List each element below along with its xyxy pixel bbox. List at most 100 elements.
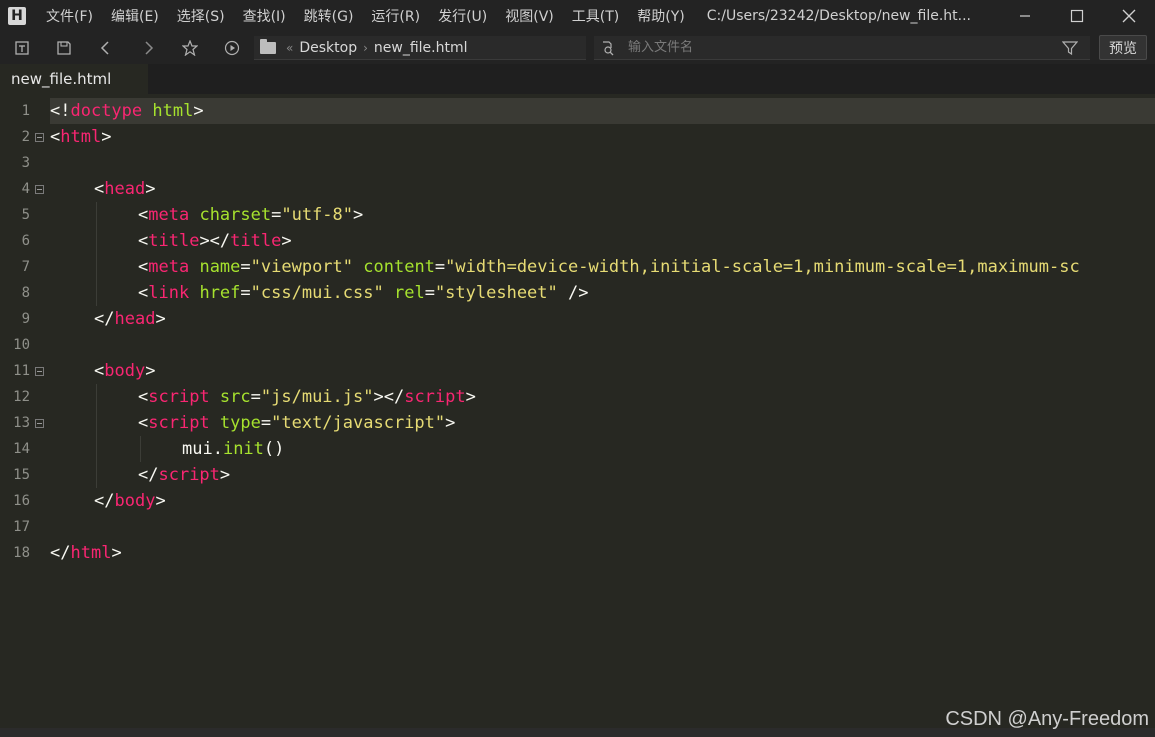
code-text: < script src = "js/mui.js" ></script > <box>50 384 1155 410</box>
menu-item-8[interactable]: 工具(T) <box>572 6 619 26</box>
breadcrumb-item-desktop[interactable]: Desktop <box>299 40 357 56</box>
code-text: < script type = "text/javascript" > <box>50 410 1155 436</box>
code-token: html <box>152 101 194 121</box>
new-file-button[interactable] <box>10 36 34 60</box>
line-number: 13 <box>13 415 30 431</box>
filter-icon[interactable] <box>1062 40 1078 56</box>
menu-bar: 文件(F) 编辑(E) 选择(S) 查找(I) 跳转(G) 运行(R) 发行(U) 视图(V)… <box>46 6 703 26</box>
code-token: > <box>219 465 231 485</box>
code-token: "text/javascript" <box>271 413 446 433</box>
code-token: > <box>193 101 204 121</box>
code-token: "viewport" <box>250 257 354 277</box>
tab-new-file[interactable]: new_file.html <box>0 64 148 94</box>
code-line: 11 < body > <box>0 358 1155 384</box>
file-search-input[interactable] <box>628 40 1048 55</box>
code-line: 1 <! doctype html > <box>0 98 1155 124</box>
minimize-button[interactable] <box>999 0 1051 31</box>
code-token: > <box>145 361 156 381</box>
code-token: html <box>70 543 112 563</box>
menu-item-2[interactable]: 选择(S) <box>177 6 225 26</box>
line-number: 11 <box>13 363 30 379</box>
code-token: < <box>138 283 149 303</box>
chevron-right-icon: › <box>363 40 368 55</box>
line-number: 14 <box>13 441 30 457</box>
menu-item-3[interactable]: 查找(I) <box>243 6 286 26</box>
save-button[interactable] <box>52 36 76 60</box>
code-token: ></ <box>373 387 405 407</box>
indent-guide <box>96 280 97 306</box>
menu-item-0[interactable]: 文件(F) <box>46 6 93 26</box>
tab-bar: new_file.html <box>0 64 1155 94</box>
chevron-right-icon <box>145 40 154 55</box>
code-token: script <box>148 413 210 433</box>
code-token: /> <box>568 283 589 303</box>
code-token: < <box>138 231 149 251</box>
code-text: </html > <box>50 540 1155 566</box>
code-token: > <box>155 491 166 511</box>
run-button[interactable] <box>220 36 244 60</box>
fold-toggle[interactable] <box>30 418 48 428</box>
fold-toggle[interactable] <box>30 132 48 142</box>
code-line: 13 < script type = "text/javascript" > <box>0 410 1155 436</box>
code-editor[interactable]: 1 <! doctype html >2 < html >3 4 < head >5 < meta ch… <box>0 98 1155 728</box>
code-token: "width=device-width,initial-scale=1,mini… <box>445 257 1080 277</box>
code-token: body <box>104 361 146 381</box>
play-circle-icon <box>224 40 240 55</box>
indent-guide <box>140 436 141 462</box>
menu-item-1[interactable]: 编辑(E) <box>111 6 159 26</box>
app-logo-icon: H <box>8 6 26 25</box>
line-number: 4 <box>21 181 30 197</box>
back-button[interactable] <box>94 36 118 60</box>
code-token: > <box>353 205 364 225</box>
menu-item-5[interactable]: 运行(R) <box>371 6 420 26</box>
code-text: </body > <box>50 488 1155 514</box>
line-number: 7 <box>21 259 30 275</box>
menu-item-9[interactable]: 帮助(Y) <box>637 6 684 26</box>
chevron-left-icon <box>100 40 109 55</box>
code-token: head <box>104 179 146 199</box>
code-token: init <box>222 439 264 459</box>
line-number: 12 <box>13 389 30 405</box>
fold-toggle[interactable] <box>30 366 48 376</box>
code-token: = <box>240 257 251 277</box>
code-token: title <box>148 231 200 251</box>
code-token: < <box>138 205 149 225</box>
code-token: </ <box>94 491 115 511</box>
preview-button[interactable]: 预览 <box>1099 35 1147 60</box>
maximize-button[interactable] <box>1051 0 1103 31</box>
close-icon <box>1122 9 1136 22</box>
indent-guide <box>96 436 97 462</box>
watermark: CSDN @Any-Freedom <box>945 708 1149 730</box>
code-text: < title ></title > <box>50 228 1155 254</box>
fold-toggle[interactable] <box>30 184 48 194</box>
maximize-icon <box>1070 9 1084 22</box>
menu-item-6[interactable]: 发行(U) <box>438 6 487 26</box>
code-text: < link href = "css/mui.css" rel = "stylesheet… <box>50 280 1155 306</box>
code-line: 14 mui. init() <box>0 436 1155 462</box>
code-token: body <box>114 491 156 511</box>
breadcrumb-item-file[interactable]: new_file.html <box>374 40 468 56</box>
menu-item-7[interactable]: 视图(V) <box>505 6 554 26</box>
code-token: </ <box>94 309 115 329</box>
code-text: </head > <box>50 306 1155 332</box>
code-token: > <box>145 179 156 199</box>
indent-guide <box>96 202 97 228</box>
menu-item-4[interactable]: 跳转(G) <box>304 6 354 26</box>
title-bar: H 文件(F) 编辑(E) 选择(S) 查找(I) 跳转(G) 运行(R) 发行(U) 视图(… <box>0 0 1155 31</box>
code-line: 4 < head > <box>0 176 1155 202</box>
code-token: = <box>260 413 272 433</box>
line-number: 18 <box>13 545 30 561</box>
code-line: 9 </head > <box>0 306 1155 332</box>
code-token: content <box>363 257 435 277</box>
code-text: mui. init() <box>50 436 1155 462</box>
close-button[interactable] <box>1103 0 1155 31</box>
code-line: 10 <box>0 332 1155 358</box>
forward-button[interactable] <box>136 36 160 60</box>
code-token: = <box>434 257 446 277</box>
favorite-button[interactable] <box>178 36 202 60</box>
